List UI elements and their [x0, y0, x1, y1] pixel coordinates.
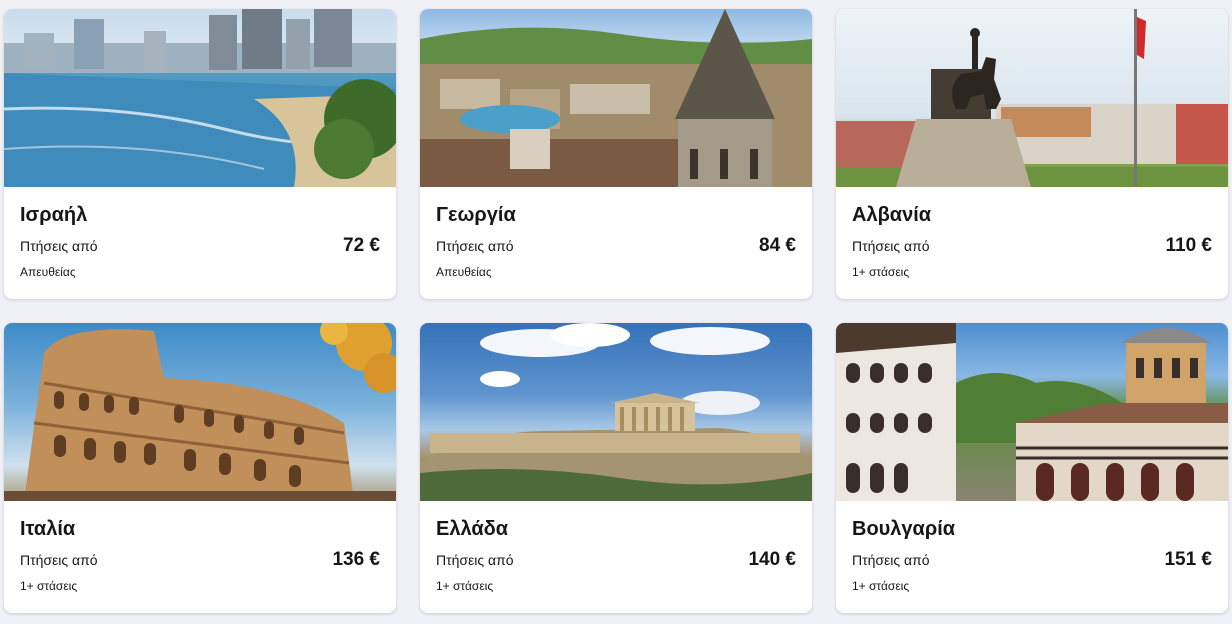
stops-label: Απευθείας	[20, 265, 76, 279]
price-row: Πτήσεις από 84 €	[436, 235, 796, 261]
flights-from-label: Πτήσεις από	[852, 238, 930, 254]
flights-from-label: Πτήσεις από	[436, 552, 514, 568]
price: 136 €	[332, 549, 380, 570]
country-name: Ισραήλ	[20, 204, 88, 226]
tbilisi-city-image	[420, 9, 812, 187]
card-body: Αλβανία Πτήσεις από 110 € 1+ στάσεις	[836, 187, 1228, 299]
card-body: Ισραήλ Πτήσεις από 72 € Απευθείας	[4, 187, 396, 299]
country-name: Βουλγαρία	[852, 518, 956, 540]
stops-label: 1+ στάσεις	[20, 579, 78, 593]
acropolis-photo	[420, 323, 812, 501]
card-body: Γεωργία Πτήσεις από 84 € Απευθείας	[420, 187, 812, 299]
destination-card-bulgaria[interactable]: Βουλγαρία Πτήσεις από 151 € 1+ στάσεις	[836, 323, 1228, 613]
colosseum-image	[4, 323, 396, 501]
price-row: Πτήσεις από 72 €	[20, 235, 380, 261]
flights-from-label: Πτήσεις από	[852, 552, 930, 568]
destination-card-georgia[interactable]: Γεωργία Πτήσεις από 84 € Απευθείας	[420, 9, 812, 299]
tel-aviv-coast-photo	[4, 9, 396, 187]
price: 151 €	[1164, 549, 1212, 570]
tbilisi-city-photo	[420, 9, 812, 187]
tirana-statue-photo	[836, 9, 1228, 187]
destination-card-albania[interactable]: Αλβανία Πτήσεις από 110 € 1+ στάσεις	[836, 9, 1228, 299]
price: 110 €	[1165, 235, 1213, 256]
country-name: Ιταλία	[20, 518, 76, 540]
price-row: Πτήσεις από 140 €	[436, 549, 796, 575]
colosseum-photo	[4, 323, 396, 501]
flights-from-label: Πτήσεις από	[436, 238, 514, 254]
price-row: Πτήσεις από 110 €	[852, 235, 1212, 261]
country-name: Ελλάδα	[436, 518, 509, 540]
acropolis-image	[420, 323, 812, 501]
flights-from-label: Πτήσεις από	[20, 552, 98, 568]
tel-aviv-coast-image	[4, 9, 396, 187]
country-name: Γεωργία	[436, 204, 516, 226]
destination-card-greece[interactable]: Ελλάδα Πτήσεις από 140 € 1+ στάσεις	[420, 323, 812, 613]
card-body: Βουλγαρία Πτήσεις από 151 € 1+ στάσεις	[836, 501, 1228, 613]
card-body: Ιταλία Πτήσεις από 136 € 1+ στάσεις	[4, 501, 396, 613]
tirana-statue-image	[836, 9, 1228, 187]
price: 72 €	[343, 235, 380, 256]
card-body: Ελλάδα Πτήσεις από 140 € 1+ στάσεις	[420, 501, 812, 613]
price: 140 €	[748, 549, 796, 570]
rila-monastery-image	[836, 323, 1228, 501]
destination-card-italy[interactable]: Ιταλία Πτήσεις από 136 € 1+ στάσεις	[4, 323, 396, 613]
stops-label: 1+ στάσεις	[852, 265, 910, 279]
stops-label: 1+ στάσεις	[436, 579, 494, 593]
rila-monastery-photo	[836, 323, 1228, 501]
stops-label: 1+ στάσεις	[852, 579, 910, 593]
country-name: Αλβανία	[852, 204, 932, 226]
price-row: Πτήσεις από 151 €	[852, 549, 1212, 575]
price: 84 €	[759, 235, 796, 256]
price-row: Πτήσεις από 136 €	[20, 549, 380, 575]
destination-grid: Ισραήλ Πτήσεις από 72 € Απευθείας Γεωργί…	[4, 9, 1228, 613]
stops-label: Απευθείας	[436, 265, 492, 279]
flights-from-label: Πτήσεις από	[20, 238, 98, 254]
destination-card-israel[interactable]: Ισραήλ Πτήσεις από 72 € Απευθείας	[4, 9, 396, 299]
